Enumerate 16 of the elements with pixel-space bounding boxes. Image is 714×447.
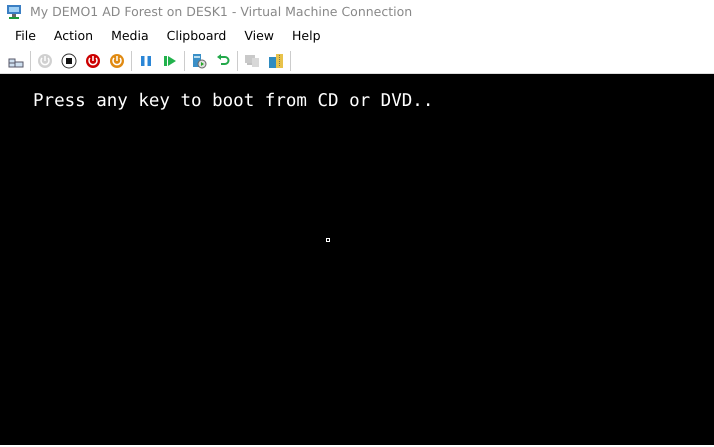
menu-item[interactable]: View bbox=[235, 24, 284, 48]
console-screen[interactable]: Press any key to boot from CD or DVD.. bbox=[0, 74, 714, 445]
vm-connection-icon bbox=[6, 4, 24, 20]
power-icon bbox=[37, 52, 53, 68]
stop-icon bbox=[61, 52, 77, 68]
menu-item[interactable]: Clipboard bbox=[158, 24, 236, 48]
menu-item[interactable]: Action bbox=[44, 24, 102, 48]
console-text: Press any key to boot from CD or DVD.. bbox=[33, 90, 434, 113]
window-title: My DEMO1 AD Forest on DESK1 - Virtual Machine Connection bbox=[30, 2, 412, 21]
menu-item[interactable]: Media bbox=[102, 24, 158, 48]
server-icon bbox=[268, 52, 284, 68]
menu-item[interactable]: File bbox=[6, 24, 45, 48]
power-icon bbox=[85, 52, 101, 68]
menu-item[interactable]: Help bbox=[283, 24, 330, 48]
power-icon bbox=[109, 52, 125, 68]
server-icon bbox=[191, 52, 207, 68]
